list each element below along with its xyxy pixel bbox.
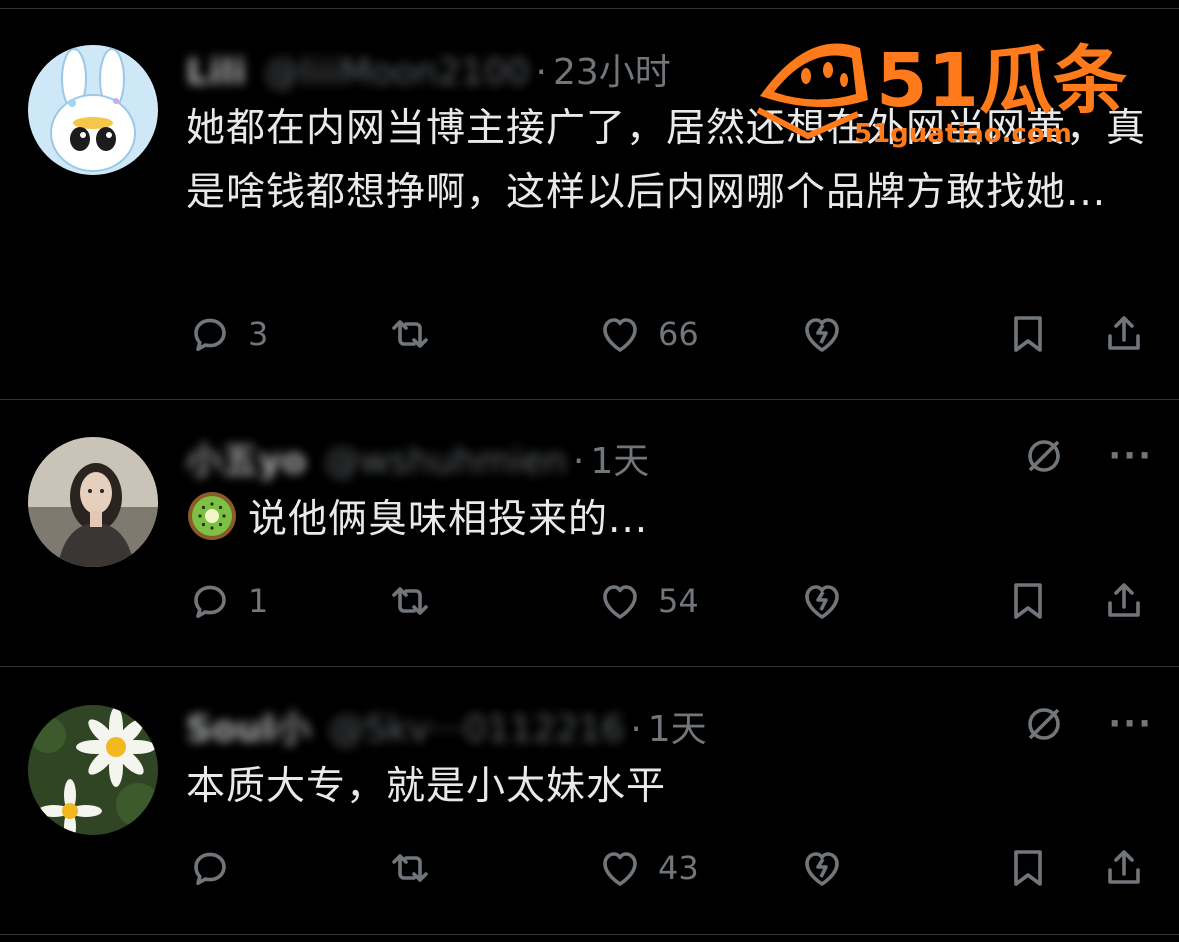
top-divider: [0, 0, 1179, 9]
reply-button[interactable]: 1: [186, 573, 268, 629]
reply-icon: [194, 318, 226, 351]
post-time[interactable]: 1天: [648, 709, 707, 750]
like-count: 54: [658, 582, 699, 620]
daisy-avatar-icon: [28, 705, 158, 835]
user-handle[interactable]: @liiiMoon2100: [264, 52, 530, 93]
woman-portrait-avatar-icon: [28, 437, 158, 567]
reply-icon: [194, 852, 226, 885]
broken-heart-icon: [805, 318, 839, 352]
reply-button[interactable]: [186, 840, 248, 896]
like-count: 66: [658, 315, 699, 353]
post-menu-area: ···: [1020, 432, 1153, 480]
reply-icon: [194, 585, 226, 618]
post-header: Soul小 @Skv···0112216 · 1天: [186, 709, 707, 750]
display-name[interactable]: 小五yo: [186, 441, 306, 482]
bookmark-button[interactable]: [1004, 840, 1052, 896]
more-options-icon[interactable]: ···: [1108, 707, 1153, 741]
bookmark-icon: [1014, 316, 1042, 352]
broken-heart-icon: [805, 585, 839, 619]
post-header: Lili @liiiMoon2100 · 23小时: [186, 52, 671, 93]
retweet-icon: [392, 587, 428, 615]
grok-icon[interactable]: [1020, 700, 1068, 748]
user-handle[interactable]: @Skv···0112216: [329, 709, 625, 750]
like-count: 43: [658, 849, 699, 887]
share-icon: [1108, 316, 1140, 350]
user-handle[interactable]: @wshuhmien: [324, 441, 567, 482]
watermark-title: 51瓜条: [876, 38, 1127, 124]
heart-icon: [603, 852, 637, 886]
like-button[interactable]: 66: [596, 306, 699, 362]
watermark-url: 51guatiao.com: [854, 119, 1072, 149]
bookmark-button[interactable]: [1004, 573, 1052, 629]
bookmark-button[interactable]: [1004, 306, 1052, 362]
like-button[interactable]: 43: [596, 840, 699, 896]
heart-icon: [603, 318, 637, 352]
action-bar: 3 66: [186, 306, 1146, 362]
post-menu-area: ···: [1020, 700, 1153, 748]
reply-count: 3: [248, 315, 269, 353]
dislike-button[interactable]: [798, 840, 846, 896]
watermelon-icon: [756, 43, 868, 140]
post-time[interactable]: 1天: [590, 441, 649, 482]
action-bar: 43: [186, 840, 1146, 896]
post-2[interactable]: 小五yo@wshuhmien·1天 ··· 说他俩臭味相投来的... 1: [0, 400, 1179, 667]
share-icon: [1108, 583, 1140, 617]
action-bar: 1 54: [186, 573, 1146, 629]
heart-icon: [603, 585, 637, 619]
kiwi-icon: [188, 492, 236, 540]
grok-icon[interactable]: [1020, 432, 1068, 480]
post-3[interactable]: Soul小 @Skv···0112216 · 1天 ··· 本质大专，就是小太妹水平 …: [0, 667, 1179, 935]
display-name[interactable]: Lili: [186, 52, 246, 93]
retweet-button[interactable]: [386, 573, 448, 629]
display-name[interactable]: Soul小: [186, 709, 311, 750]
share-icon: [1108, 850, 1140, 884]
share-button[interactable]: [1100, 306, 1148, 362]
retweet-button[interactable]: [386, 306, 448, 362]
post-header: 小五yo @wshuhmien · 1天: [186, 441, 650, 482]
reply-button[interactable]: 3: [186, 306, 268, 362]
retweet-icon: [392, 320, 428, 348]
post-text: 本质大专，就是小太妹水平: [186, 764, 667, 809]
reply-count: 1: [248, 582, 269, 620]
dislike-button[interactable]: [798, 573, 846, 629]
bookmark-icon: [1014, 850, 1042, 886]
retweet-icon: [392, 854, 428, 882]
dislike-button[interactable]: [798, 306, 846, 362]
bunny-avatar-icon: [28, 45, 158, 175]
more-options-icon[interactable]: ···: [1108, 439, 1153, 473]
post-text: 说他俩臭味相投来的...: [248, 497, 649, 542]
like-button[interactable]: 54: [596, 573, 699, 629]
avatar[interactable]: [28, 705, 158, 835]
post-time[interactable]: 23小时: [553, 52, 671, 93]
avatar[interactable]: [28, 45, 158, 175]
share-button[interactable]: [1100, 840, 1148, 896]
avatar[interactable]: [28, 437, 158, 567]
retweet-button[interactable]: [386, 840, 448, 896]
bookmark-icon: [1014, 583, 1042, 619]
share-button[interactable]: [1100, 573, 1148, 629]
watermark-logo: 51瓜条 51guatiao.com: [756, 38, 1127, 149]
post-text-row: 说他俩臭味相投来的...: [186, 488, 1146, 552]
broken-heart-icon: [805, 852, 839, 886]
